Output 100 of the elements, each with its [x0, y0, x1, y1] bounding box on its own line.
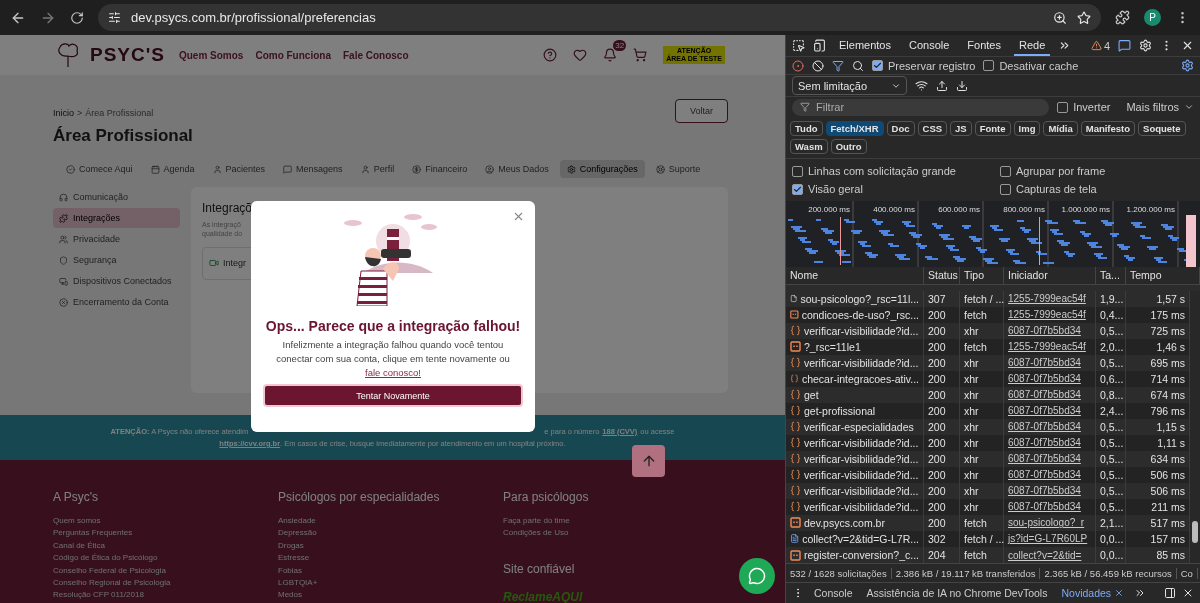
type-filter-chip[interactable]: Img — [1013, 121, 1041, 136]
address-bar[interactable]: dev.psycs.com.br/profissional/preferencias — [98, 4, 1101, 31]
tab[interactable]: Configurações — [559, 160, 645, 178]
device-toolbar-icon[interactable] — [813, 39, 826, 52]
footer-link[interactable]: Perguntas Frequentes — [53, 527, 278, 540]
type-filter-chip[interactable]: Outro — [830, 139, 867, 154]
initiator-link[interactable]: 6087-0f7b5bd34 — [1008, 325, 1081, 337]
footer-link[interactable]: Resolução CFP 011/2018 — [53, 589, 278, 602]
footer-link[interactable]: Código de Ética do Psicólogo — [53, 552, 278, 565]
request-name-cell[interactable]: checar-integracoes-ativ... — [786, 370, 924, 387]
close-icon[interactable] — [1182, 587, 1194, 599]
bookmark-star-icon[interactable] — [1077, 10, 1091, 25]
filter-icon[interactable] — [832, 59, 844, 72]
checkbox[interactable] — [1000, 165, 1011, 177]
column-header[interactable]: Tempo — [1126, 267, 1200, 284]
column-header[interactable]: Nome — [786, 267, 924, 284]
checkbox[interactable] — [1057, 101, 1069, 113]
close-icon[interactable] — [1181, 39, 1194, 52]
initiator-link[interactable]: 1255-7999eac54f — [1008, 293, 1086, 304]
warning-icon[interactable] — [1090, 40, 1102, 51]
devtools-tab[interactable]: Console — [904, 35, 955, 56]
column-header[interactable]: Iniciador — [1004, 267, 1096, 284]
type-filter-chip[interactable]: Soquete — [1138, 121, 1186, 136]
wifi-settings-icon[interactable] — [915, 79, 928, 92]
dock-side-icon[interactable] — [1164, 587, 1176, 599]
request-name-cell[interactable]: verificar-visibilidade?id... — [786, 322, 924, 339]
scrollbar-thumb[interactable] — [1192, 521, 1198, 543]
initiator-link[interactable]: 6087-0f7b5bd34 — [1008, 469, 1081, 481]
clear-icon[interactable] — [812, 59, 824, 72]
filter-field[interactable]: Filtrar — [792, 98, 1050, 116]
footer-link[interactable]: Canal de Ética — [53, 539, 278, 553]
throttle-select[interactable]: Sem limitação — [792, 76, 907, 95]
initiator-link[interactable]: 6087-0f7b5bd34 — [1008, 437, 1081, 449]
request-name-cell[interactable]: verificar-visibilidade?id... — [786, 498, 924, 515]
request-name-cell[interactable]: get-profissional — [786, 402, 924, 419]
initiator-link[interactable]: 6087-0f7b5bd34 — [1008, 453, 1081, 465]
initiator-link[interactable]: 6087-0f7b5bd34 — [1008, 373, 1081, 385]
initiator-link[interactable]: 1255-7999eac54f — [1008, 341, 1086, 353]
request-name-cell[interactable]: dev.psycs.com.br — [786, 514, 924, 531]
heart-icon[interactable] — [573, 48, 588, 62]
sidebar-item[interactable]: Segurança — [53, 250, 180, 270]
type-filter-chip[interactable]: Manifesto — [1080, 121, 1136, 136]
drawer-tab[interactable]: Console — [810, 587, 857, 599]
request-name-cell[interactable]: verificar-visibilidade?id... — [786, 450, 924, 467]
sidebar-item[interactable]: Comunicação — [53, 187, 180, 207]
settings-icon[interactable] — [1181, 59, 1194, 72]
checkbox[interactable] — [983, 60, 995, 71]
request-name-cell[interactable]: ?_rsc=11le1 — [786, 338, 924, 355]
type-filter-chip[interactable]: Fonte — [974, 121, 1011, 136]
nav-link[interactable]: Quem Somos — [178, 49, 244, 61]
initiator-link[interactable]: 6087-0f7b5bd34 — [1008, 357, 1081, 369]
request-name-cell[interactable]: verificar-visibilidade?id... — [786, 482, 924, 499]
bell-icon[interactable] — [603, 48, 618, 62]
more-filters-dropdown[interactable]: Mais filtros — [1126, 101, 1194, 113]
devtools-tab[interactable]: Rede — [1014, 35, 1051, 56]
checkbox[interactable] — [1000, 183, 1011, 195]
profile-avatar[interactable]: P — [1144, 9, 1161, 26]
checkbox[interactable] — [872, 60, 883, 71]
close-icon[interactable] — [1114, 588, 1125, 598]
tab[interactable]: Perfil — [353, 160, 402, 178]
request-name-cell[interactable]: verificar-visibilidade?id... — [786, 354, 924, 371]
reload-icon[interactable] — [70, 10, 84, 25]
help-icon[interactable] — [543, 48, 558, 62]
checkbox[interactable] — [792, 183, 803, 195]
request-name-cell[interactable]: condicoes-de-uso?_rsc... — [786, 306, 924, 323]
footer-link[interactable]: Depressão — [278, 527, 503, 540]
tab[interactable]: Mensagens — [276, 160, 350, 178]
column-header[interactable]: Status — [924, 267, 960, 284]
contact-link[interactable]: fale conosco! — [365, 367, 421, 378]
drawer-tab[interactable]: Assistência de IA no Chrome DevTools — [862, 587, 1052, 599]
initiator-link[interactable]: collect?v=2&tid= — [1008, 549, 1082, 561]
cart-icon[interactable] — [633, 48, 648, 62]
tab[interactable]: Financeiro — [405, 160, 475, 178]
initiator-link[interactable]: 6087-0f7b5bd34 — [1008, 501, 1081, 513]
initiator-link[interactable]: 6087-0f7b5bd34 — [1008, 485, 1081, 497]
column-header[interactable]: Ta... — [1096, 267, 1126, 284]
breadcrumb-link[interactable]: Inicio — [53, 108, 74, 118]
footer-link[interactable]: Faça parte do time — [503, 515, 728, 528]
download-icon[interactable] — [956, 79, 968, 92]
initiator-link[interactable]: js?id=G-L7R60LP — [1008, 533, 1088, 545]
chat-icon[interactable] — [1118, 39, 1131, 52]
tab[interactable]: Agenda — [143, 160, 202, 178]
type-filter-chip[interactable]: Wasm — [790, 139, 828, 154]
initiator-link[interactable]: 6087-0f7b5bd34 — [1008, 389, 1081, 401]
request-name-cell[interactable]: sou-psicologo?_rsc=11l... — [786, 290, 924, 307]
footer-link[interactable]: Conselho Federal de Psicologia — [53, 564, 278, 578]
request-name-cell[interactable]: get — [786, 386, 924, 403]
type-filter-chip[interactable]: CSS — [917, 121, 948, 136]
initiator-link[interactable]: sou-psicologo?_r — [1008, 517, 1085, 529]
footer-link[interactable]: Fobias — [278, 564, 503, 578]
sidebar-item[interactable]: Privacidade — [53, 229, 180, 249]
initiator-link[interactable]: 1255-7999eac54f — [1008, 309, 1086, 321]
nav-link[interactable]: Fale Conosco — [342, 49, 409, 61]
record-icon[interactable] — [792, 59, 804, 72]
initiator-link[interactable]: 6087-0f7b5bd34 — [1008, 405, 1081, 417]
retry-button[interactable]: Tentar Novamente — [263, 384, 523, 407]
tab[interactable]: Meus Dados — [478, 160, 556, 178]
request-name-cell[interactable]: verificar-visibilidade?id... — [786, 466, 924, 483]
footer-link[interactable]: Medos — [278, 589, 503, 602]
request-name-cell[interactable]: verificar-visibilidade?id... — [786, 434, 924, 451]
